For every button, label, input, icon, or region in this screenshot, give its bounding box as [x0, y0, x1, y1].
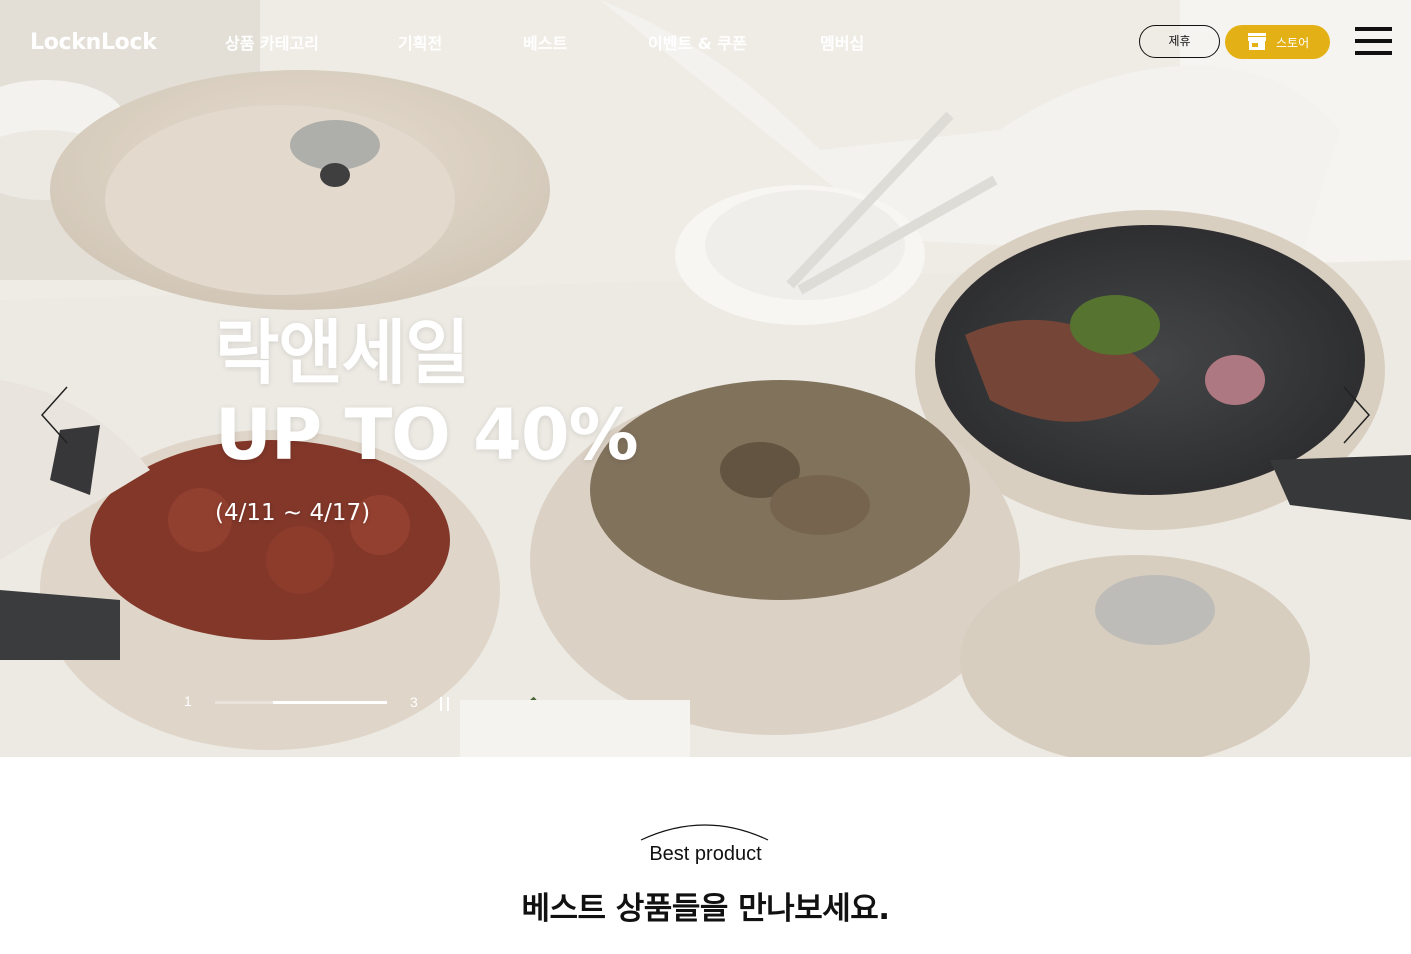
arc-decoration	[640, 824, 769, 841]
next-slide-button[interactable]	[1341, 386, 1371, 444]
nav-item-category[interactable]: 상품 카테고리	[225, 30, 319, 54]
site-header: LocknLock 상품 카테고리 기획전 베스트 이벤트 & 쿠폰 멤버십 제…	[0, 0, 1411, 84]
nav-item-event-coupon[interactable]: 이벤트 & 쿠폰	[648, 30, 747, 54]
best-product-heading: 베스트 상품들을 만나보세요.	[521, 891, 890, 927]
hero-photo	[0, 0, 1411, 757]
nav-item-exhibition[interactable]: 기획전	[398, 30, 442, 54]
best-product-label: Best product	[649, 843, 762, 865]
store-icon	[1248, 33, 1266, 50]
hero-date-range: (4/11 ~ 4/17)	[215, 500, 371, 526]
pager-current: 1	[184, 693, 192, 709]
pager-total: 3	[410, 694, 418, 710]
logo[interactable]: LocknLock	[30, 30, 157, 55]
chevron-right-icon	[1343, 386, 1371, 444]
store-button[interactable]: 스토어	[1225, 25, 1330, 59]
menu-icon[interactable]	[1355, 27, 1392, 55]
pause-button[interactable]	[439, 697, 451, 711]
hero-title: 락앤세일 UP TO 40%	[215, 312, 639, 476]
pager-progress-track	[215, 701, 387, 704]
store-label: 스토어	[1276, 36, 1310, 50]
hero-title-line1: 락앤세일	[215, 312, 470, 394]
pager-progress-fill	[273, 701, 387, 704]
hero-title-line2: UP TO 40%	[215, 394, 639, 476]
chevron-left-icon	[40, 386, 68, 444]
nav-item-best[interactable]: 베스트	[523, 30, 567, 54]
prev-slide-button[interactable]	[40, 386, 70, 444]
partner-button[interactable]: 제휴	[1139, 25, 1220, 58]
pause-icon	[440, 697, 442, 711]
nav-item-membership[interactable]: 멤버십	[820, 30, 864, 54]
hero-banner: 락앤세일 UP TO 40% (4/11 ~ 4/17) 1 3	[0, 0, 1411, 757]
